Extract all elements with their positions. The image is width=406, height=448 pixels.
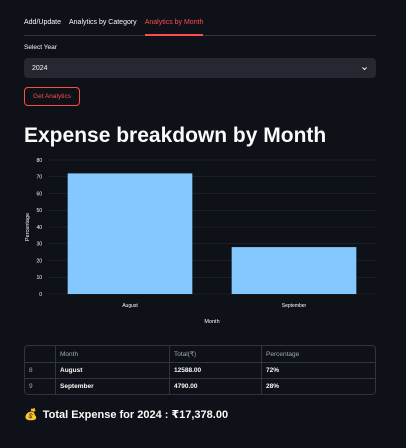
tab-bar: Add/Update Analytics by Category Analyti… <box>24 14 376 36</box>
y-tick-label: 60 <box>36 191 42 197</box>
select-year-label: Select Year <box>24 44 57 51</box>
table-cell-percentage: 72% <box>261 362 375 379</box>
y-tick-label: 80 <box>36 158 42 164</box>
table-cell-total: 4790.00 <box>169 378 261 394</box>
table-cell-total: 12588.00 <box>169 362 261 379</box>
bar <box>231 247 357 294</box>
table-header-index <box>25 346 55 362</box>
tab-analytics-by-category[interactable]: Analytics by Category <box>69 14 137 36</box>
y-tick-label: 30 <box>36 242 42 248</box>
year-select-value: 2024 <box>32 64 48 72</box>
chevron-down-icon <box>362 66 367 70</box>
year-select[interactable]: 2024 <box>24 58 376 78</box>
table-header-total: Total(₹) <box>169 346 261 362</box>
tab-analytics-by-month[interactable]: Analytics by Month <box>144 14 204 36</box>
monthly-table: Month Total(₹) Percentage 8 August 12588… <box>24 345 376 395</box>
table-cell-index: 9 <box>29 383 33 390</box>
y-tick-label: 70 <box>36 175 42 181</box>
y-tick-label: 0 <box>39 292 42 298</box>
table-cell-month: August <box>55 362 169 379</box>
y-tick-label: 40 <box>36 225 42 231</box>
y-axis-title: Percentage <box>25 213 31 241</box>
table-header-row: Month Total(₹) Percentage <box>25 346 375 362</box>
table-cell-index: 8 <box>29 367 33 374</box>
get-analytics-button[interactable]: Get Analytics <box>24 87 80 106</box>
table-cell-percentage: 28% <box>261 378 375 394</box>
table-row: 9 September 4790.00 28% <box>25 378 375 394</box>
total-expense-text: Total Expense for 2024 : ₹17,378.00 <box>42 409 229 421</box>
y-tick-label: 20 <box>36 258 42 264</box>
bar <box>67 173 193 294</box>
y-tick-label: 50 <box>36 208 42 214</box>
table-row: 8 August 12588.00 72% <box>25 362 375 379</box>
total-expense: 💰 Total Expense for 2024 : ₹17,378.00 <box>24 408 228 421</box>
x-tick-label: September <box>282 303 307 309</box>
table-header-month: Month <box>55 346 169 362</box>
table-header-percentage: Percentage <box>261 346 375 362</box>
money-bag-icon: 💰 <box>24 409 38 421</box>
table-cell-month: September <box>55 378 169 394</box>
x-tick-label: August <box>122 303 138 309</box>
page-title: Expense breakdown by Month <box>24 124 327 147</box>
tab-add-update[interactable]: Add/Update <box>24 14 61 36</box>
y-tick-label: 10 <box>36 275 42 281</box>
x-axis-title: Month <box>204 319 219 325</box>
bar-chart: 0 10 20 30 40 50 60 70 80 August September Month Per… <box>25 158 376 325</box>
